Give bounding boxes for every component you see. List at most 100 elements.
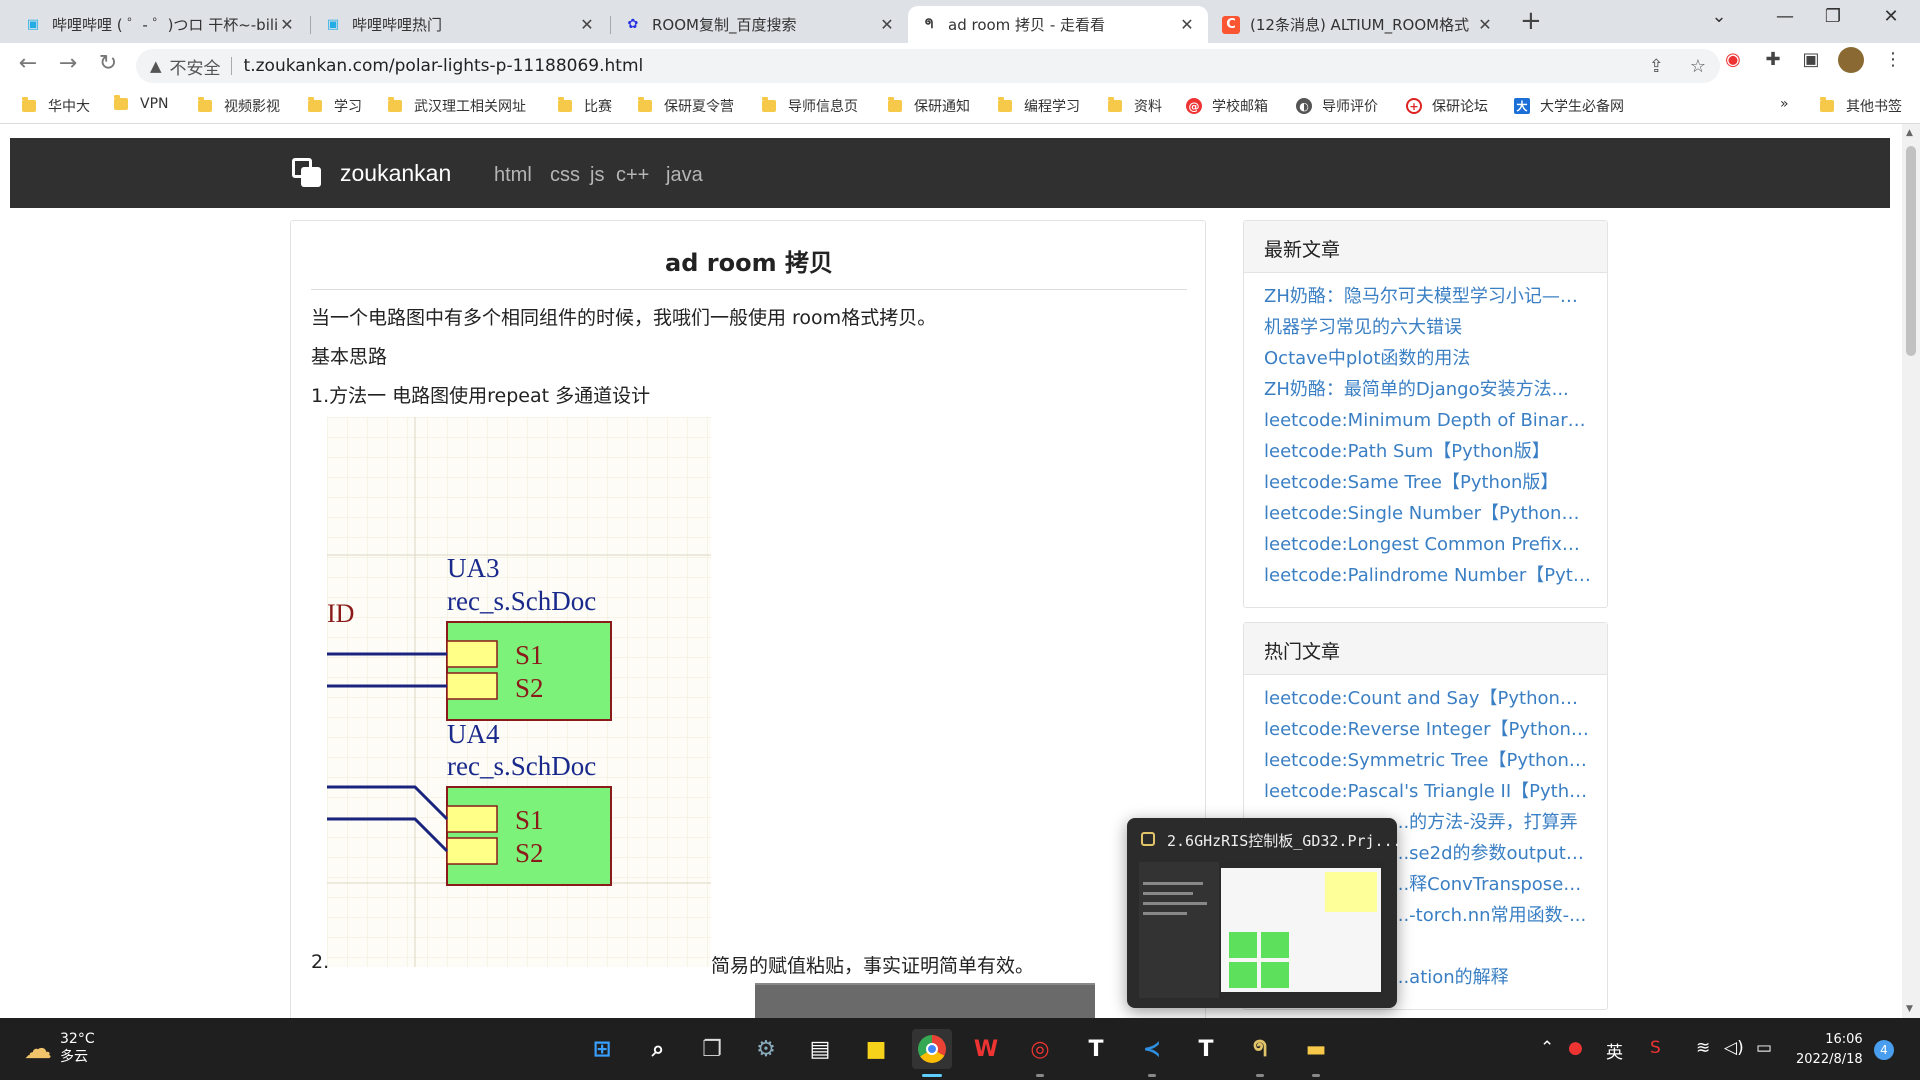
nav-link-java[interactable]: java: [666, 164, 703, 187]
bookmark-item[interactable]: 导师信息页: [762, 96, 858, 116]
menu-kebab-icon[interactable]: ⋮: [1880, 49, 1906, 70]
bookmark-item[interactable]: 保研通知: [888, 96, 970, 116]
article-link[interactable]: 机器学习常见的六大错误: [1264, 312, 1592, 343]
weather-widget[interactable]: ☁ 32°C 多云: [24, 1030, 95, 1066]
window-close-icon[interactable]: ✕: [1876, 6, 1906, 27]
block-designator: UA4: [447, 719, 500, 749]
side-panel-icon[interactable]: ▣: [1798, 49, 1824, 70]
close-icon[interactable]: ✕: [1178, 15, 1196, 34]
bookmark-item[interactable]: 保研夏令营: [638, 96, 734, 116]
file-explorer-icon[interactable]: ▬: [1296, 1029, 1336, 1069]
qq-icon[interactable]: ●: [1568, 1038, 1583, 1058]
extension-red-icon[interactable]: ◉: [1720, 49, 1746, 70]
wifi-icon[interactable]: ≋: [1696, 1038, 1710, 1058]
settings-gear-icon[interactable]: ⚙: [746, 1029, 786, 1069]
article-link[interactable]: leetcode:Count and Say【Python版】: [1264, 683, 1592, 714]
sogou-icon[interactable]: S: [1650, 1038, 1661, 1058]
tab-baidu-search[interactable]: ✿ ROOM复制_百度搜索 ✕: [612, 6, 908, 43]
restore-icon[interactable]: ❐: [1818, 6, 1848, 27]
bookmark-item[interactable]: 华中大: [22, 96, 90, 116]
tab-csdn[interactable]: C (12条消息) ALTIUM_ROOM格式 ✕: [1210, 6, 1506, 43]
altium-icon[interactable]: ᖗ: [1240, 1029, 1280, 1069]
site-brand[interactable]: zoukankan: [340, 160, 451, 187]
bookmark-item[interactable]: 视频影视: [198, 96, 280, 116]
task-view-icon[interactable]: ❐: [692, 1029, 732, 1069]
warning-icon[interactable]: ▲: [150, 57, 162, 75]
typora-icon[interactable]: T: [1186, 1029, 1226, 1069]
more-bookmarks-chevron[interactable]: »: [1780, 96, 1789, 112]
address-bar[interactable]: ▲ 不安全 t.zoukankan.com/polar-lights-p-111…: [136, 49, 1720, 83]
bookmark-item[interactable]: + 保研论坛: [1406, 96, 1488, 116]
chrome-icon[interactable]: [912, 1029, 952, 1069]
battery-icon[interactable]: ▭: [1756, 1038, 1772, 1058]
terminal-icon[interactable]: ▤: [800, 1029, 840, 1069]
close-icon[interactable]: ✕: [278, 15, 296, 34]
article-link[interactable]: leetcode:Pascal's Triangle II【Python...: [1264, 776, 1592, 807]
bookmark-item[interactable]: VPN: [114, 95, 169, 112]
share-icon[interactable]: ⇪: [1649, 56, 1664, 77]
tray-chevron-icon[interactable]: ⌃: [1540, 1038, 1554, 1058]
system-clock[interactable]: 16:06 2022/8/18: [1796, 1030, 1863, 1070]
start-windows-icon[interactable]: ⊞: [582, 1029, 622, 1069]
nav-link-cpp[interactable]: c++: [616, 164, 649, 187]
article-link[interactable]: leetcode:Symmetric Tree【Python版】: [1264, 745, 1592, 776]
bookmark-item[interactable]: @ 学校邮箱: [1186, 96, 1268, 116]
close-icon[interactable]: ✕: [1476, 15, 1494, 34]
tab-bilibili-home[interactable]: ▣ 哔哩哔哩 ( ゜- ゜)つロ 干杯~-bili ✕: [12, 6, 308, 43]
article-link[interactable]: leetcode:Longest Common Prefix【P...: [1264, 529, 1592, 560]
back-arrow-icon[interactable]: ←: [14, 51, 42, 76]
tab-bilibili-hot[interactable]: ▣ 哔哩哔哩热门 ✕: [312, 6, 608, 43]
article-link[interactable]: leetcode:Path Sum【Python版】: [1264, 436, 1592, 467]
article-link[interactable]: ZH奶酪：隐马尔可夫模型学习小记——...: [1264, 281, 1592, 312]
bookmark-item[interactable]: 编程学习: [998, 96, 1080, 116]
taskbar-window-preview[interactable]: 2.6GHzRIS控制板_GD32.Prj...: [1127, 818, 1402, 1008]
bookmark-item[interactable]: 武汉理工相关网址: [388, 96, 526, 116]
scroll-up-arrow-icon[interactable]: ▲: [1906, 128, 1913, 138]
article-link[interactable]: leetcode:Palindrome Number【Pyth...: [1264, 560, 1592, 591]
ime-indicator[interactable]: 英: [1606, 1038, 1623, 1063]
article-link[interactable]: ZH奶酪：最简单的Django安装方法...: [1264, 374, 1592, 405]
nav-link-html[interactable]: html: [494, 164, 532, 187]
netease-music-icon[interactable]: ◎: [1020, 1029, 1060, 1069]
close-icon[interactable]: ✕: [878, 15, 896, 34]
bookmark-item[interactable]: 资料: [1108, 96, 1162, 116]
tab-strip: ▣ 哔哩哔哩 ( ゜- ゜)つロ 干杯~-bili ✕ ▣ 哔哩哔哩热门 ✕ ✿…: [0, 0, 1920, 43]
wps-icon[interactable]: W: [966, 1029, 1006, 1069]
close-icon[interactable]: ✕: [578, 15, 596, 34]
security-label[interactable]: 不安全: [170, 54, 221, 79]
article-link[interactable]: leetcode:Single Number【Python版】: [1264, 498, 1592, 529]
minimize-icon[interactable]: —: [1770, 6, 1800, 27]
puzzle-extensions-icon[interactable]: ✚: [1760, 49, 1786, 70]
typora-icon[interactable]: T: [1076, 1029, 1116, 1069]
article-link[interactable]: leetcode:Minimum Depth of Binary T...: [1264, 405, 1592, 436]
scroll-down-arrow-icon[interactable]: ▼: [1906, 1004, 1913, 1014]
volume-icon[interactable]: ◁): [1724, 1038, 1744, 1058]
nav-link-css[interactable]: css: [550, 164, 580, 187]
bookmark-star-icon[interactable]: ☆: [1690, 56, 1706, 77]
bookmark-item[interactable]: 大大学生必备网: [1514, 96, 1624, 116]
reload-icon[interactable]: ↻: [94, 51, 122, 76]
bookmark-item[interactable]: 比赛: [558, 96, 612, 116]
new-tab-button[interactable]: +: [1520, 8, 1542, 34]
globe-icon: ◐: [1296, 98, 1312, 114]
logo-icon[interactable]: [292, 158, 322, 188]
tab-search-chevron-icon[interactable]: ⌄: [1704, 6, 1734, 27]
page-scrollbar[interactable]: ▲ ▼: [1902, 124, 1920, 1018]
url-text[interactable]: t.zoukankan.com/polar-lights-p-11188069.…: [244, 56, 644, 76]
forward-arrow-icon[interactable]: →: [54, 51, 82, 76]
article-link[interactable]: leetcode:Same Tree【Python版】: [1264, 467, 1592, 498]
preview-thumbnail[interactable]: [1139, 862, 1385, 998]
vscode-icon[interactable]: ≺: [1132, 1029, 1172, 1069]
other-bookmarks[interactable]: 其他书签: [1820, 96, 1902, 116]
scrollbar-thumb[interactable]: [1906, 146, 1916, 356]
article-link[interactable]: leetcode:Reverse Integer【Python版】: [1264, 714, 1592, 745]
sticky-notes-icon[interactable]: ■: [856, 1029, 896, 1069]
search-icon[interactable]: ⌕: [638, 1029, 678, 1069]
bookmark-item[interactable]: 学习: [308, 96, 362, 116]
bookmark-item[interactable]: ◐ 导师评价: [1296, 96, 1378, 116]
notification-badge[interactable]: 4: [1874, 1040, 1894, 1060]
avatar[interactable]: [1838, 47, 1864, 73]
article-link[interactable]: Octave中plot函数的用法: [1264, 343, 1592, 374]
nav-link-js[interactable]: js: [590, 164, 604, 187]
tab-zoukankan[interactable]: ᖗ ad room 拷贝 - 走看看 ✕: [908, 6, 1208, 43]
